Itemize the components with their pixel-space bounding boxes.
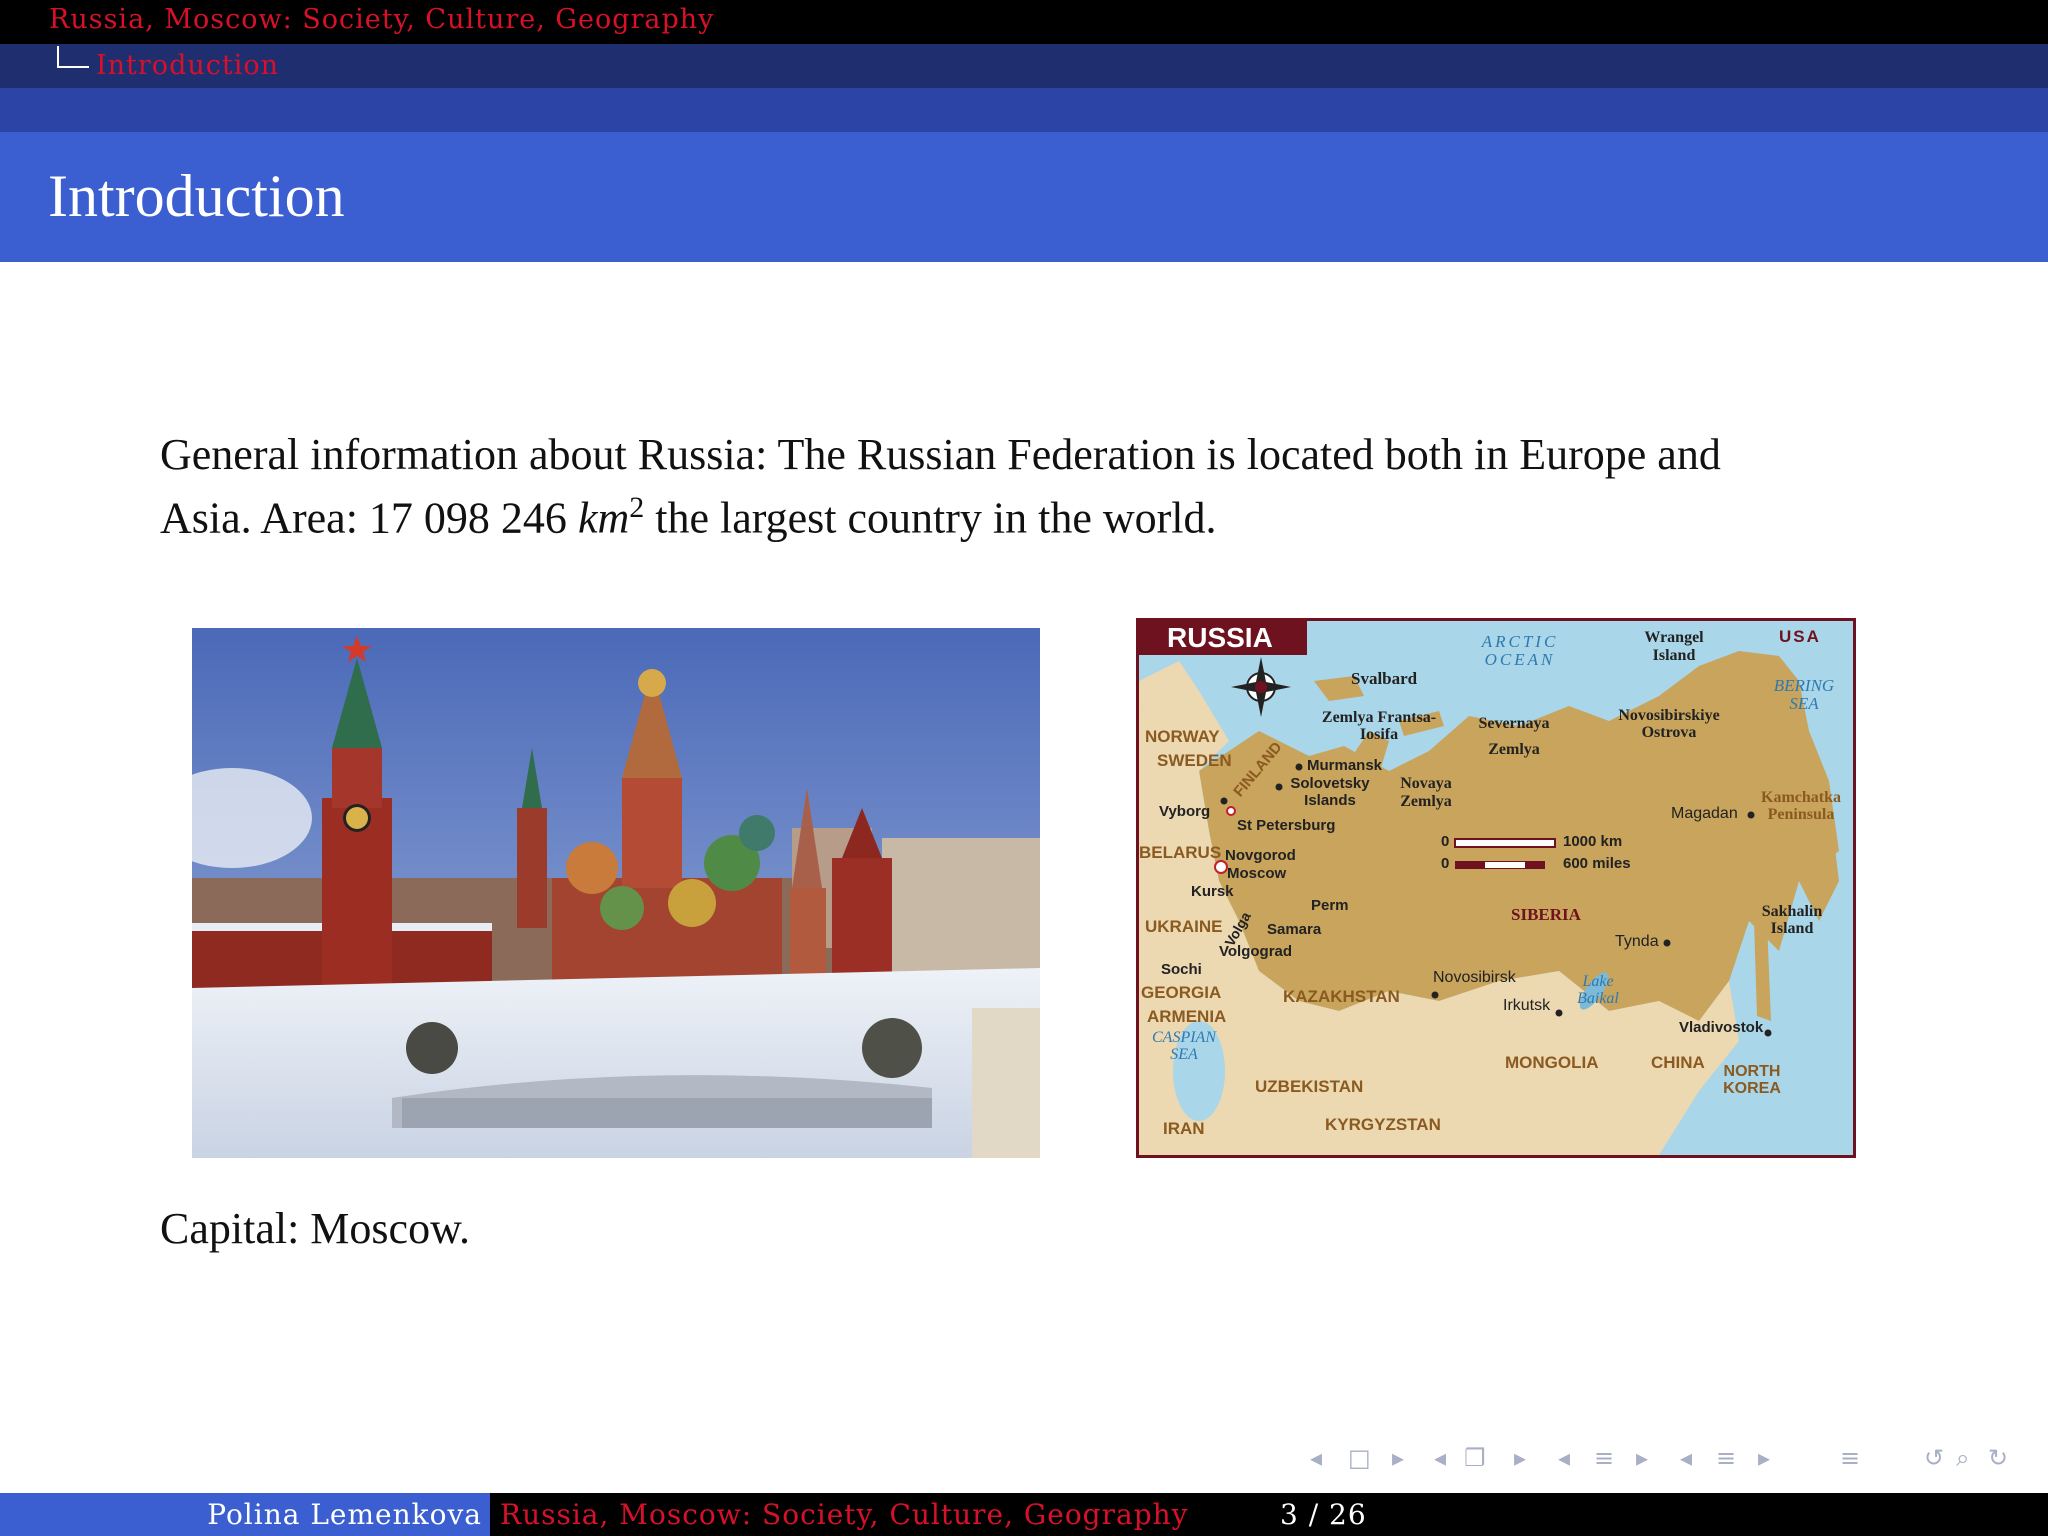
footer-page-number: 3 / 26 (1280, 1498, 1367, 1531)
frame-title: Introduction (48, 163, 345, 229)
map-label-irkutsk: Irkutsk (1503, 997, 1551, 1014)
map-label-kursk: Kursk (1191, 883, 1234, 900)
map-label-north-korea: NORTH KOREA (1723, 1063, 1781, 1097)
map-label-kyrgyzstan: KYRGYZSTAN (1325, 1115, 1441, 1134)
map-label-murmansk: Murmansk (1307, 757, 1383, 774)
nav-subsection-icon[interactable]: ❐ (1464, 1444, 1486, 1472)
footer-bar: Polina Lemenkova Russia, Moscow: Society… (0, 1493, 2048, 1536)
map-label-finland: FINLAND (1230, 738, 1286, 801)
nav-next-subsection-icon[interactable]: ▸ (1514, 1444, 1526, 1472)
map-label-uzbekistan: UZBEKISTAN (1255, 1077, 1364, 1096)
map-label-norway: NORWAY (1145, 727, 1220, 746)
moscow-photo (192, 628, 1040, 1158)
map-label-caspian: CASPIAN SEA (1152, 1029, 1216, 1063)
nav-outline-icon[interactable]: ≡ (1840, 1444, 1860, 1472)
map-label-china: CHINA (1651, 1053, 1705, 1072)
capital-text: Capital: Moscow. (160, 1204, 470, 1253)
map-label-severnaya: Severnaya Zemlya (1478, 715, 1550, 758)
frame-title-bar: Introduction (0, 132, 2048, 262)
map-label-solovetsky: Solovetsky Islands (1290, 775, 1370, 809)
area-unit-exponent: 2 (629, 491, 645, 524)
intro-paragraph: General information about Russia: The Ru… (160, 428, 1820, 545)
nav-prev-subsection-icon[interactable]: ◂ (1434, 1444, 1446, 1472)
map-label-kazakhstan: KAZAKHSTAN (1283, 987, 1400, 1006)
map-label-kamchatka: Kamchatka Peninsula (1761, 789, 1841, 823)
header-spacer-bar (0, 88, 2048, 132)
area-unit: km (577, 493, 630, 543)
nav-prev-doc-icon[interactable]: ◂ (1680, 1444, 1692, 1472)
map-label-magadan: Magadan (1671, 805, 1738, 822)
map-label-bering: BERING SEA (1773, 676, 1835, 713)
map-label-iran: IRAN (1163, 1119, 1205, 1138)
map-label-samara: Samara (1267, 921, 1322, 938)
section-title-link[interactable]: Russia, Moscow: Society, Culture, Geogra… (49, 4, 714, 35)
nav-prev-section-icon[interactable]: ◂ (1558, 1444, 1570, 1472)
map-label-novgorod: Novgorod (1225, 847, 1296, 864)
map-label-belarus: BELARUS (1139, 843, 1222, 862)
header-subsection-bar: Introduction (0, 44, 2048, 88)
map-label-wrangel: Wrangel Island (1644, 629, 1704, 664)
map-label-vladivostok: Vladivostok (1679, 1019, 1764, 1036)
nav-section-icon[interactable]: ≡ (1594, 1444, 1614, 1472)
russia-map: RUSSIA ARCTIC OCEAN Wrangel Island USA B… (1136, 618, 1856, 1158)
nav-prev-frame-icon[interactable]: ◂ (1310, 1444, 1322, 1472)
map-label-stpetersburg: St Petersburg (1237, 817, 1336, 834)
map-label-siberia: SIBERIA (1511, 905, 1581, 924)
map-label-sakhalin: Sakhalin Island (1761, 903, 1823, 937)
nav-next-section-icon[interactable]: ▸ (1636, 1444, 1648, 1472)
map-label-zemlya-fi: Zemlya Frantsa-Iosifa (1321, 709, 1437, 743)
map-label-novaya: Novaya Zemlya (1400, 775, 1452, 810)
map-label-sweden: SWEDEN (1157, 751, 1232, 770)
map-label-usa: USA (1779, 627, 1821, 646)
nav-frame-icon[interactable]: □ (1348, 1444, 1371, 1472)
nav-doc-icon[interactable]: ≡ (1716, 1444, 1736, 1472)
map-label-lake-baikal: Lake Baikal (1577, 973, 1619, 1007)
footer-author: Polina Lemenkova (0, 1493, 490, 1536)
map-scale-zero-miles: 0 (1441, 855, 1450, 872)
map-scale-km: 1000 km (1563, 833, 1623, 850)
nav-back-icon[interactable]: ↺ (1924, 1444, 1944, 1472)
nav-next-doc-icon[interactable]: ▸ (1758, 1444, 1770, 1472)
footer-title: Russia, Moscow: Society, Culture, Geogra… (500, 1498, 1189, 1531)
tree-elbow-icon (57, 46, 89, 68)
map-label-novosibirskiye: Novosibirskiye Ostrova (1618, 707, 1720, 741)
map-label-tynda: Tynda (1615, 933, 1659, 950)
map-label-armenia: ARMENIA (1147, 1007, 1227, 1026)
map-label-mongolia: MONGOLIA (1505, 1053, 1599, 1072)
map-label-vyborg: Vyborg (1159, 803, 1211, 820)
paragraph-part2: the largest country in the world. (644, 493, 1217, 543)
map-label-perm: Perm (1311, 897, 1349, 914)
map-scale-miles: 600 miles (1563, 855, 1631, 872)
map-label-ukraine: UKRAINE (1145, 917, 1223, 936)
map-label-georgia: GEORGIA (1141, 983, 1222, 1002)
map-label-sochi: Sochi (1161, 961, 1202, 978)
map-label-volgograd: Volgograd (1219, 943, 1293, 960)
nav-next-frame-icon[interactable]: ▸ (1392, 1444, 1404, 1472)
nav-forward-icon[interactable]: ↻ (1988, 1444, 2008, 1472)
map-label-svalbard: Svalbard (1351, 669, 1418, 688)
header-section-bar: Russia, Moscow: Society, Culture, Geogra… (0, 0, 2048, 44)
map-label-novosibirsk: Novosibirsk (1433, 969, 1516, 986)
nav-search-icon[interactable]: ⌕ (1956, 1444, 1969, 1472)
map-label-arctic: ARCTIC OCEAN (1481, 632, 1559, 669)
map-scale-zero-km: 0 (1441, 833, 1450, 850)
map-label-moscow: Moscow (1227, 865, 1287, 882)
subsection-title-link[interactable]: Introduction (96, 50, 279, 81)
navigation-symbols: ◂ □ ▸ ◂ ❐ ▸ ◂ ≡ ▸ ◂ ≡ ▸ ≡ ↺ ⌕ ↻ (1310, 1444, 2030, 1480)
